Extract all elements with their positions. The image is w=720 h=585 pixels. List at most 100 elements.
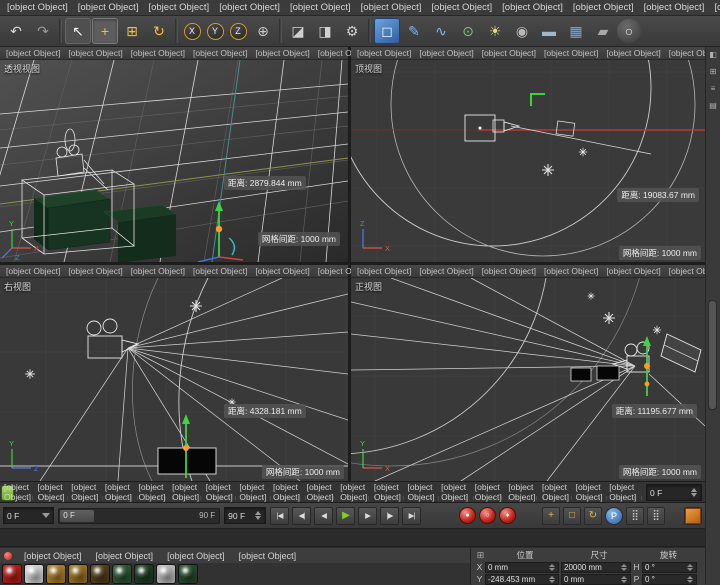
position-y-field[interactable]: -248.453 mm <box>485 574 559 585</box>
grid-panel-icon[interactable]: ⊞ <box>707 67 719 76</box>
key-parameter-toggle[interactable]: P <box>605 507 623 525</box>
stepper[interactable] <box>253 510 262 522</box>
viewport-menu-item[interactable]: [object Object] <box>2 266 64 276</box>
viewport-menu-item[interactable]: [object Object] <box>64 48 126 58</box>
record-keyframe-button[interactable]: ● <box>459 507 476 524</box>
viewport-menu-item[interactable]: [object Object] <box>189 266 251 276</box>
move-tool[interactable]: + <box>92 18 118 44</box>
material-menu-item[interactable]: [object Object] <box>17 551 89 561</box>
layout-panel-icon[interactable]: ◧ <box>707 50 719 59</box>
size-y-field[interactable]: 0 mm <box>561 574 631 585</box>
viewport-menu-item[interactable]: [object Object] <box>602 48 664 58</box>
menubar-item[interactable]: [object Object] <box>73 2 144 13</box>
viewport-menu-item[interactable]: [object Object] <box>478 48 540 58</box>
viewport-canvas-front[interactable]: X Y 正视图 距离: 11195.677 mm 网格间距: 1000 mm <box>351 278 705 481</box>
stepper[interactable] <box>547 575 556 584</box>
render-view-button[interactable]: ◪ <box>285 18 311 44</box>
end-frame-field[interactable]: 90 F <box>224 507 266 524</box>
next-frame-button[interactable]: ▶ <box>358 507 377 525</box>
viewport-menu-item[interactable]: [object Object] <box>602 266 664 276</box>
viewport-menu-item[interactable]: [object Object] <box>415 266 477 276</box>
undo-icon[interactable]: ↶ <box>3 18 29 44</box>
material-menu-item[interactable]: [object Object] <box>89 551 161 561</box>
render-settings-button[interactable]: ⚙ <box>339 18 365 44</box>
viewport-canvas-perspective[interactable]: X Y Z 透视视图 距离: 2879.844 mm 网格间距: 1000 mm <box>0 60 348 262</box>
viewport-menu-item[interactable]: [object Object] <box>353 266 415 276</box>
coordinate-system-toggle[interactable]: ⊕ <box>250 18 276 44</box>
layers-panel-icon[interactable]: ▤ <box>707 101 719 110</box>
menubar-item[interactable]: [object Object] <box>568 2 639 13</box>
viewport-menu-item[interactable]: [object Object] <box>478 266 540 276</box>
range-end-label[interactable]: 90 F <box>199 511 215 520</box>
range-start-handle[interactable]: 0 F <box>60 510 94 522</box>
mograph-button[interactable]: ⊙ <box>455 18 481 44</box>
viewport-menu-item[interactable]: [object Object] <box>127 266 189 276</box>
frame-field[interactable]: 0 F <box>646 484 702 501</box>
rotate-tool[interactable]: ↻ <box>146 18 172 44</box>
attributes-panel-icon[interactable]: ≡ <box>707 84 719 93</box>
viewport-menu-item[interactable]: [object Object] <box>2 48 64 58</box>
menubar-item[interactable]: [object Object] <box>426 2 497 13</box>
viewport-menu-item[interactable]: [object Object] <box>64 266 126 276</box>
prev-frame-button[interactable]: ◀ <box>314 507 333 525</box>
viewport-menu-item[interactable]: [object Object] <box>415 48 477 58</box>
render-picture-viewer-button[interactable]: ◨ <box>312 18 338 44</box>
viewport-menu-item[interactable]: [object Object] <box>251 48 313 58</box>
menubar-item[interactable]: [object Object] <box>639 2 710 13</box>
next-key-button[interactable]: |▶ <box>380 507 399 525</box>
white-material[interactable] <box>24 564 44 584</box>
film-camera-icon[interactable]: ▰ <box>590 18 616 44</box>
dark-green-material[interactable] <box>134 564 154 584</box>
key-rotation-toggle[interactable]: ↻ <box>584 507 602 525</box>
add-camera-button[interactable]: ◉ <box>509 18 535 44</box>
viewport-menu-item[interactable]: [object Object] <box>251 266 313 276</box>
light-bulb-icon[interactable]: ○ <box>617 19 641 43</box>
add-primitive-button[interactable]: ◻ <box>374 18 400 44</box>
viewport-menu-item[interactable]: [object Object] <box>127 48 189 58</box>
rotation-p-field[interactable]: 0 ° <box>642 574 697 585</box>
size-x-field[interactable]: 20000 mm <box>561 562 631 573</box>
material-menu-item[interactable]: [object Object] <box>232 551 304 561</box>
key-scale-toggle[interactable]: □ <box>563 507 581 525</box>
viewport-menu-item[interactable]: [object Object] <box>540 266 602 276</box>
scale-tool[interactable]: ⊞ <box>119 18 145 44</box>
viewport-canvas-right[interactable]: Z Y 右视图 距离: 4328.181 mm 网格间距: 1000 mm <box>0 278 348 481</box>
timeline-ruler[interactable]: [object Object][object Object][object Ob… <box>0 481 705 503</box>
autokey-button[interactable]: ○ <box>479 507 496 524</box>
x-axis-lock[interactable]: X <box>181 20 203 42</box>
viewport-menu-item[interactable]: [object Object] <box>353 48 415 58</box>
menubar-item[interactable]: [object Object] <box>497 2 568 13</box>
stepper[interactable] <box>619 563 628 572</box>
red-material[interactable] <box>2 564 22 584</box>
stepper[interactable] <box>685 563 694 572</box>
menubar-item[interactable]: [object Object] <box>143 2 214 13</box>
stepper[interactable] <box>547 563 556 572</box>
menubar-item[interactable]: [object Object] <box>285 2 356 13</box>
scrollbar-thumb[interactable] <box>708 300 717 410</box>
menubar-item[interactable]: [object Object] <box>2 2 73 13</box>
menubar-item[interactable]: [object Object] <box>709 2 720 13</box>
add-light-button[interactable]: ☀ <box>482 18 508 44</box>
menubar-item[interactable]: [object Object] <box>356 2 427 13</box>
y-axis-lock[interactable]: Y <box>204 20 226 42</box>
solo-button[interactable] <box>684 507 702 525</box>
add-spline-button[interactable]: ✎ <box>401 18 427 44</box>
rotation-h-field[interactable]: 0 ° <box>642 562 697 573</box>
redo-icon[interactable]: ↷ <box>30 18 56 44</box>
play-button[interactable]: ▶ <box>336 507 355 525</box>
menubar-item[interactable]: [object Object] <box>214 2 285 13</box>
gold-ring-material[interactable] <box>68 564 88 584</box>
bronze-material[interactable] <box>90 564 110 584</box>
position-x-field[interactable]: 0 mm <box>485 562 559 573</box>
key-position-toggle[interactable]: + <box>542 507 560 525</box>
keyframe-presets-button[interactable]: ⣿ <box>647 507 665 525</box>
key-pla-toggle[interactable]: ⣿ <box>626 507 644 525</box>
stepper[interactable] <box>619 575 628 584</box>
add-environment-button[interactable]: ▬ <box>536 18 562 44</box>
viewport-menu-item[interactable]: [object Object] <box>540 48 602 58</box>
timeline-range-slider[interactable]: 0 F 90 F <box>58 508 220 524</box>
array-tool-button[interactable]: ▦ <box>563 18 589 44</box>
viewport-menu-item[interactable]: [object Object] <box>189 48 251 58</box>
current-frame-dropdown[interactable]: 0 F <box>3 507 54 524</box>
stepper[interactable] <box>689 487 698 499</box>
